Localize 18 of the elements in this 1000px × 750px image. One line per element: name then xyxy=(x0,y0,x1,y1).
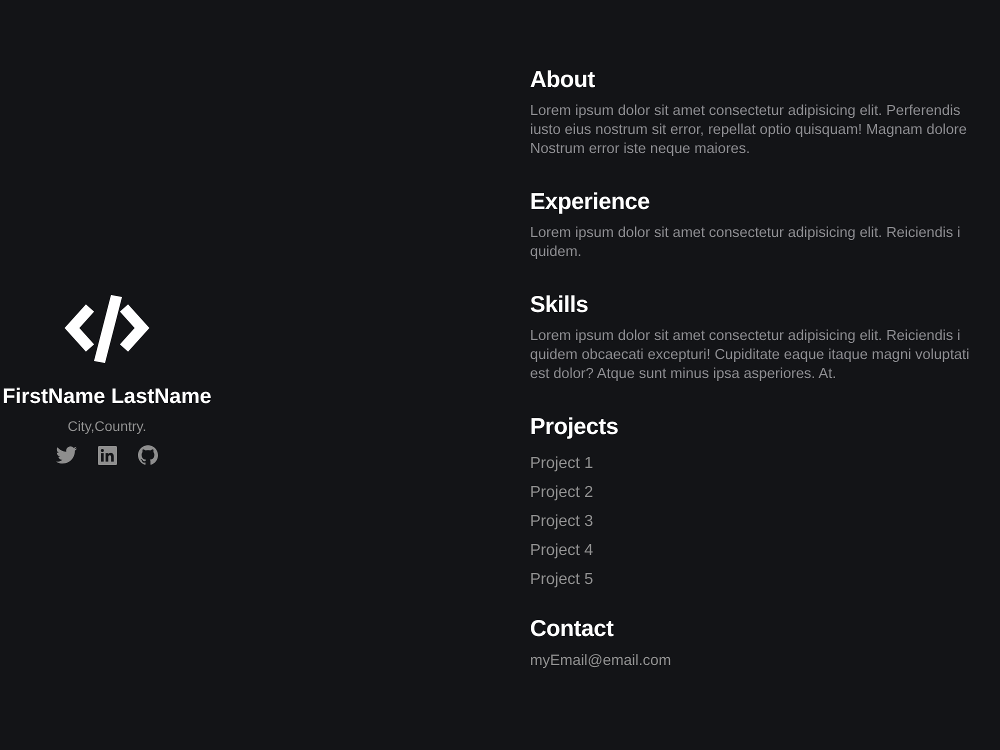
profile-location: City,Country. xyxy=(68,417,146,435)
section-paragraph: Lorem ipsum dolor sit amet consectetur adipisicing elit. Reiciendis i quidem obcaecati excepturi! Cupiditate eaque itaque magni voluptati est dolor? Atque sunt minus ipsa asperiores. At. xyxy=(530,327,970,384)
project-link[interactable]: Project 3 xyxy=(530,507,594,536)
profile-name: FirstName LastName xyxy=(2,384,212,410)
section-heading: Skills xyxy=(530,290,588,318)
section-heading: About xyxy=(530,65,595,93)
project-link[interactable]: Project 5 xyxy=(530,565,594,594)
project-link[interactable]: Project 1 xyxy=(530,449,594,478)
bird-icon[interactable] xyxy=(56,446,77,464)
code-icon xyxy=(62,294,152,364)
section-heading: Contact xyxy=(530,614,614,642)
section-paragraph: Lorem ipsum dolor sit amet consectetur adipisicing elit. Reiciendis i quidem. xyxy=(530,224,960,262)
section-heading: Projects xyxy=(530,412,618,440)
project-link[interactable]: Project 4 xyxy=(530,536,594,565)
email-link[interactable]: myEmail@email.com xyxy=(530,651,672,670)
section-heading: Experience xyxy=(530,187,650,215)
section-paragraph: Lorem ipsum dolor sit amet consectetur adipisicing elit. Perferendis iusto eius nostrum sit error, repellat optio quisquam! Magnam dolore Nostrum error iste neque maiores. xyxy=(530,102,967,159)
project-link[interactable]: Project 2 xyxy=(530,478,594,507)
